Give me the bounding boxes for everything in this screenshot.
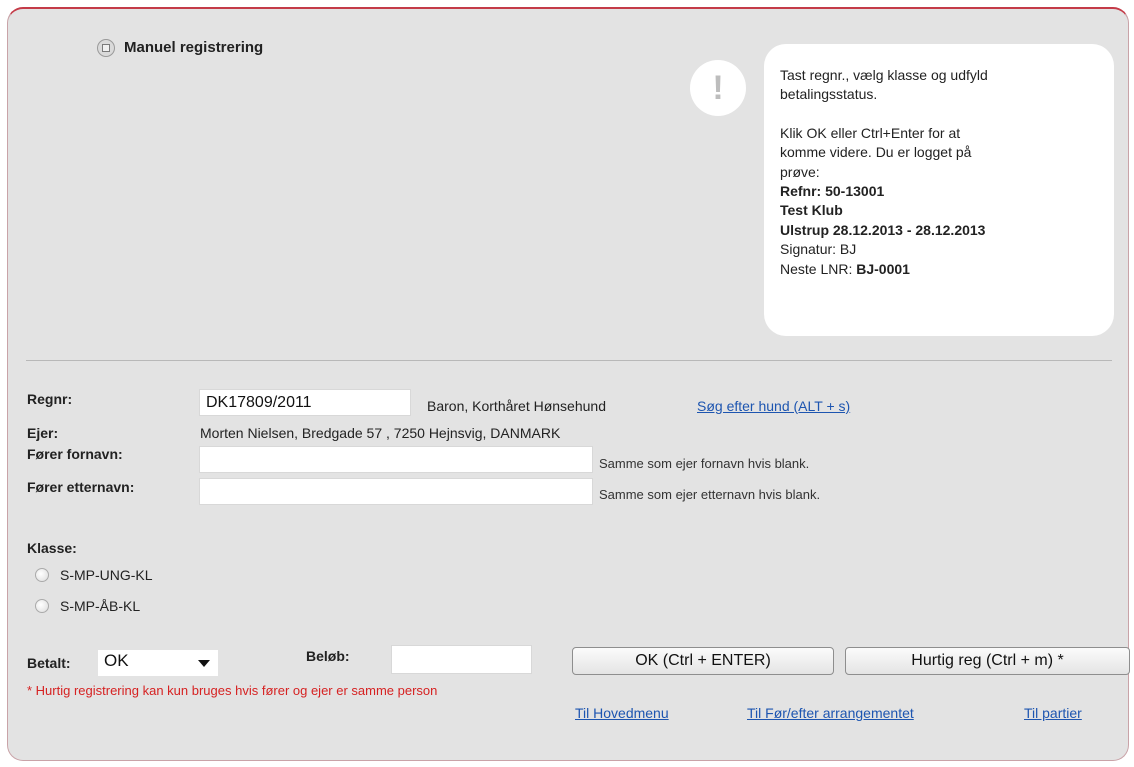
handler-firstname-label: Fører fornavn: xyxy=(27,446,123,462)
info-line: Klik OK eller Ctrl+Enter for at xyxy=(780,124,961,141)
class-radio[interactable] xyxy=(35,599,49,613)
divider xyxy=(26,360,1112,361)
class-option-label: S-MP-ÅB-KL xyxy=(60,598,141,614)
owner-label: Ejer: xyxy=(27,425,59,441)
info-line: komme videre. Du er logget på xyxy=(780,144,972,161)
info-text: Tast regnr., vælg klasse og udfyld betal… xyxy=(780,66,1100,279)
paid-selected-value: OK xyxy=(104,651,129,670)
paid-select[interactable]: OK xyxy=(98,650,218,676)
chevron-down-icon xyxy=(198,660,210,667)
parties-link[interactable]: Til partier xyxy=(1024,705,1082,721)
info-line: prøve: xyxy=(780,163,820,180)
handler-lastname-input[interactable] xyxy=(199,478,593,505)
class-option-label: S-MP-UNG-KL xyxy=(60,567,153,583)
quick-reg-note: * Hurtig registrering kan kun bruges hvi… xyxy=(27,683,438,698)
class-label: Klasse: xyxy=(27,540,77,556)
ok-button[interactable]: OK (Ctrl + ENTER) xyxy=(572,647,834,675)
exclamation-icon: ! xyxy=(690,60,746,116)
before-after-link[interactable]: Til Før/efter arrangementet xyxy=(747,705,914,721)
info-event: Ulstrup 28.12.2013 - 28.12.2013 xyxy=(780,221,986,238)
info-refnr: Refnr: 50-13001 xyxy=(780,183,885,200)
owner-value: Morten Nielsen, Bredgade 57 , 7250 Hejns… xyxy=(200,425,561,441)
info-next-lnr: Neste LNR: BJ-0001 xyxy=(780,260,1100,279)
amount-label: Beløb: xyxy=(306,648,350,664)
search-dog-link[interactable]: Søg efter hund (ALT + s) xyxy=(697,398,850,414)
info-line: Tast regnr., vælg klasse og udfyld xyxy=(780,67,988,83)
amount-input[interactable] xyxy=(391,645,532,674)
next-lnr-value: BJ-0001 xyxy=(856,260,910,277)
quick-reg-button[interactable]: Hurtig reg (Ctrl + m) * xyxy=(845,647,1130,675)
info-signature: Signatur: BJ xyxy=(780,241,857,258)
dog-name: Baron, Korthåret Hønsehund xyxy=(427,398,606,414)
page-title: Manuel registrering xyxy=(124,39,264,56)
paid-label: Betalt: xyxy=(27,655,71,671)
collapse-icon[interactable] xyxy=(97,39,115,57)
main-menu-link[interactable]: Til Hovedmenu xyxy=(575,705,669,721)
handler-lastname-label: Fører etternavn: xyxy=(27,479,135,495)
handler-lastname-hint: Samme som ejer etternavn hvis blank. xyxy=(599,487,821,502)
handler-firstname-hint: Samme som ejer fornavn hvis blank. xyxy=(599,456,810,471)
regnr-label: Regnr: xyxy=(27,391,73,407)
next-lnr-label: Neste LNR: xyxy=(780,260,857,277)
class-radio[interactable] xyxy=(35,568,49,582)
info-line: betalingsstatus. xyxy=(780,86,878,103)
handler-firstname-input[interactable] xyxy=(199,446,593,473)
regnr-input[interactable] xyxy=(199,389,411,416)
info-club: Test Klub xyxy=(780,202,843,219)
